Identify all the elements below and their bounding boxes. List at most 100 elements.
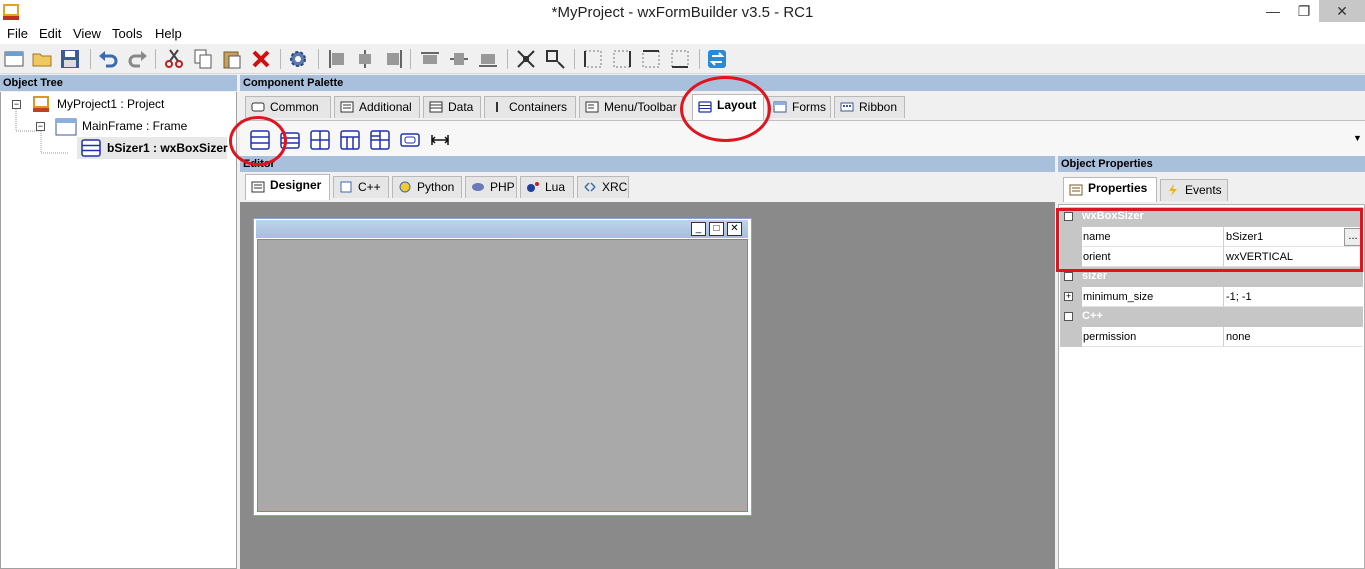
align-center-v-icon[interactable] bbox=[448, 48, 470, 70]
tree-item-boxsizer[interactable]: bSizer1 : wxBoxSizer bbox=[107, 141, 228, 155]
tab-python[interactable]: Python bbox=[392, 176, 462, 198]
new-file-icon[interactable] bbox=[3, 48, 25, 70]
spacer-icon[interactable] bbox=[430, 130, 450, 150]
menu-bar: File Edit View Tools Help bbox=[0, 24, 1365, 44]
project-icon bbox=[33, 96, 49, 112]
tree-item-frame[interactable]: MainFrame : Frame bbox=[82, 119, 187, 133]
copy-icon[interactable] bbox=[192, 48, 214, 70]
annotation-circle-layout-tab bbox=[680, 76, 771, 142]
tab-ribbon[interactable]: Ribbon bbox=[834, 96, 905, 118]
close-button[interactable]: ✕ bbox=[1319, 0, 1365, 22]
tab-lua[interactable]: Lua bbox=[520, 176, 574, 198]
save-icon[interactable] bbox=[59, 48, 81, 70]
editor-tabbar: Designer C++ Python PHP Lua XRC bbox=[240, 172, 1055, 202]
open-folder-icon[interactable] bbox=[31, 48, 53, 70]
tab-containers[interactable]: Containers bbox=[484, 96, 576, 118]
frame-minimize-icon: _ bbox=[691, 222, 706, 236]
tab-xrc[interactable]: XRC bbox=[577, 176, 629, 198]
boxsizer-preview[interactable] bbox=[257, 239, 748, 512]
palette-tabbar: Common Additional Data Containers Menu/T… bbox=[240, 92, 1365, 120]
annotation-box-properties bbox=[1056, 208, 1363, 272]
expand-property-icon[interactable]: + bbox=[1064, 292, 1073, 301]
border-left-icon[interactable] bbox=[582, 48, 604, 70]
main-toolbar bbox=[0, 44, 1365, 74]
menu-file[interactable]: File bbox=[7, 26, 28, 41]
xrc-tab-icon bbox=[584, 182, 596, 192]
menu-view[interactable]: View bbox=[73, 26, 101, 41]
menu-tools[interactable]: Tools bbox=[112, 26, 142, 41]
swap-orientation-icon[interactable] bbox=[706, 48, 728, 70]
delete-icon[interactable] bbox=[250, 48, 272, 70]
undo-icon[interactable] bbox=[97, 48, 119, 70]
border-right-icon[interactable] bbox=[611, 48, 633, 70]
editor-header: Editor bbox=[240, 156, 1055, 172]
stretch-icon[interactable] bbox=[544, 48, 566, 70]
ribbon-tab-icon bbox=[840, 102, 854, 112]
tree-collapse-project[interactable]: − bbox=[12, 100, 21, 109]
tab-designer[interactable]: Designer bbox=[245, 174, 330, 200]
tab-data[interactable]: Data bbox=[423, 96, 481, 118]
frame-icon bbox=[55, 118, 77, 136]
category-collapse-icon[interactable]: − bbox=[1064, 312, 1073, 321]
wxflexgridsizer-icon[interactable] bbox=[340, 130, 360, 150]
redo-icon[interactable] bbox=[127, 48, 149, 70]
align-left-icon[interactable] bbox=[326, 48, 348, 70]
align-top-icon[interactable] bbox=[419, 48, 441, 70]
property-row-permission: permission none bbox=[1060, 327, 1363, 347]
expand-icon[interactable] bbox=[515, 48, 537, 70]
frame-maximize-icon: □ bbox=[709, 222, 724, 236]
tree-item-project[interactable]: MyProject1 : Project bbox=[57, 97, 164, 111]
window-title: *MyProject - wxFormBuilder v3.5 - RC1 bbox=[551, 4, 814, 21]
wxgridbagsizer-icon[interactable] bbox=[370, 130, 390, 150]
align-right-icon[interactable] bbox=[383, 48, 405, 70]
frame-preview-titlebar bbox=[256, 220, 748, 238]
menu-help[interactable]: Help bbox=[155, 26, 182, 41]
tab-forms[interactable]: Forms bbox=[767, 96, 831, 118]
tab-menu-toolbar[interactable]: Menu/Toolbar bbox=[579, 96, 683, 118]
boxsizer-icon bbox=[81, 139, 101, 157]
data-tab-icon bbox=[429, 101, 443, 113]
palette-header: Component Palette bbox=[240, 75, 1365, 91]
align-bottom-icon[interactable] bbox=[477, 48, 499, 70]
lightning-icon bbox=[1169, 184, 1177, 196]
object-tree-panel: − MyProject1 : Project − MainFrame : Fra… bbox=[0, 92, 237, 569]
tree-collapse-frame[interactable]: − bbox=[36, 122, 45, 131]
cut-icon[interactable] bbox=[163, 48, 185, 70]
lua-tab-icon bbox=[527, 182, 539, 192]
wxstddialogbuttonsizer-icon[interactable] bbox=[400, 130, 420, 150]
border-bottom-icon[interactable] bbox=[669, 48, 691, 70]
paste-icon[interactable] bbox=[221, 48, 243, 70]
generate-code-icon[interactable] bbox=[287, 48, 309, 70]
tab-events[interactable]: Events bbox=[1160, 179, 1228, 201]
python-tab-icon bbox=[399, 181, 411, 193]
containers-tab-icon bbox=[496, 102, 498, 112]
tab-common[interactable]: Common bbox=[245, 96, 331, 118]
cpp-tab-icon bbox=[340, 181, 352, 193]
category-collapse-icon[interactable]: − bbox=[1064, 272, 1073, 281]
title-bar: *MyProject - wxFormBuilder v3.5 - RC1 — … bbox=[0, 0, 1365, 24]
designer-tab-icon bbox=[251, 181, 265, 193]
common-tab-icon bbox=[251, 102, 265, 112]
annotation-circle-boxsizer bbox=[229, 116, 287, 166]
object-tree-header: Object Tree bbox=[0, 75, 237, 91]
align-center-h-icon[interactable] bbox=[354, 48, 376, 70]
border-top-icon[interactable] bbox=[640, 48, 662, 70]
properties-header: Object Properties bbox=[1058, 156, 1365, 172]
tab-php[interactable]: PHP bbox=[465, 176, 517, 198]
additional-tab-icon bbox=[340, 101, 354, 113]
tab-properties[interactable]: Properties bbox=[1063, 177, 1157, 202]
tab-additional[interactable]: Additional bbox=[334, 96, 420, 118]
menu-edit[interactable]: Edit bbox=[39, 26, 61, 41]
tab-cpp[interactable]: C++ bbox=[333, 176, 389, 198]
property-value-permission[interactable]: none bbox=[1224, 327, 1363, 347]
properties-tab-icon bbox=[1069, 184, 1083, 196]
wxgridsizer-icon[interactable] bbox=[310, 130, 330, 150]
palette-components: ▼ bbox=[240, 120, 1365, 156]
palette-overflow-icon[interactable]: ▼ bbox=[1353, 133, 1362, 143]
menu-tab-icon bbox=[585, 101, 599, 113]
php-tab-icon bbox=[472, 183, 484, 191]
forms-tab-icon bbox=[773, 101, 787, 113]
restore-button[interactable]: ❐ bbox=[1286, 0, 1322, 22]
property-value-minimum-size[interactable]: -1; -1 bbox=[1224, 287, 1363, 307]
property-category-cpp[interactable]: − C++ bbox=[1060, 307, 1363, 327]
